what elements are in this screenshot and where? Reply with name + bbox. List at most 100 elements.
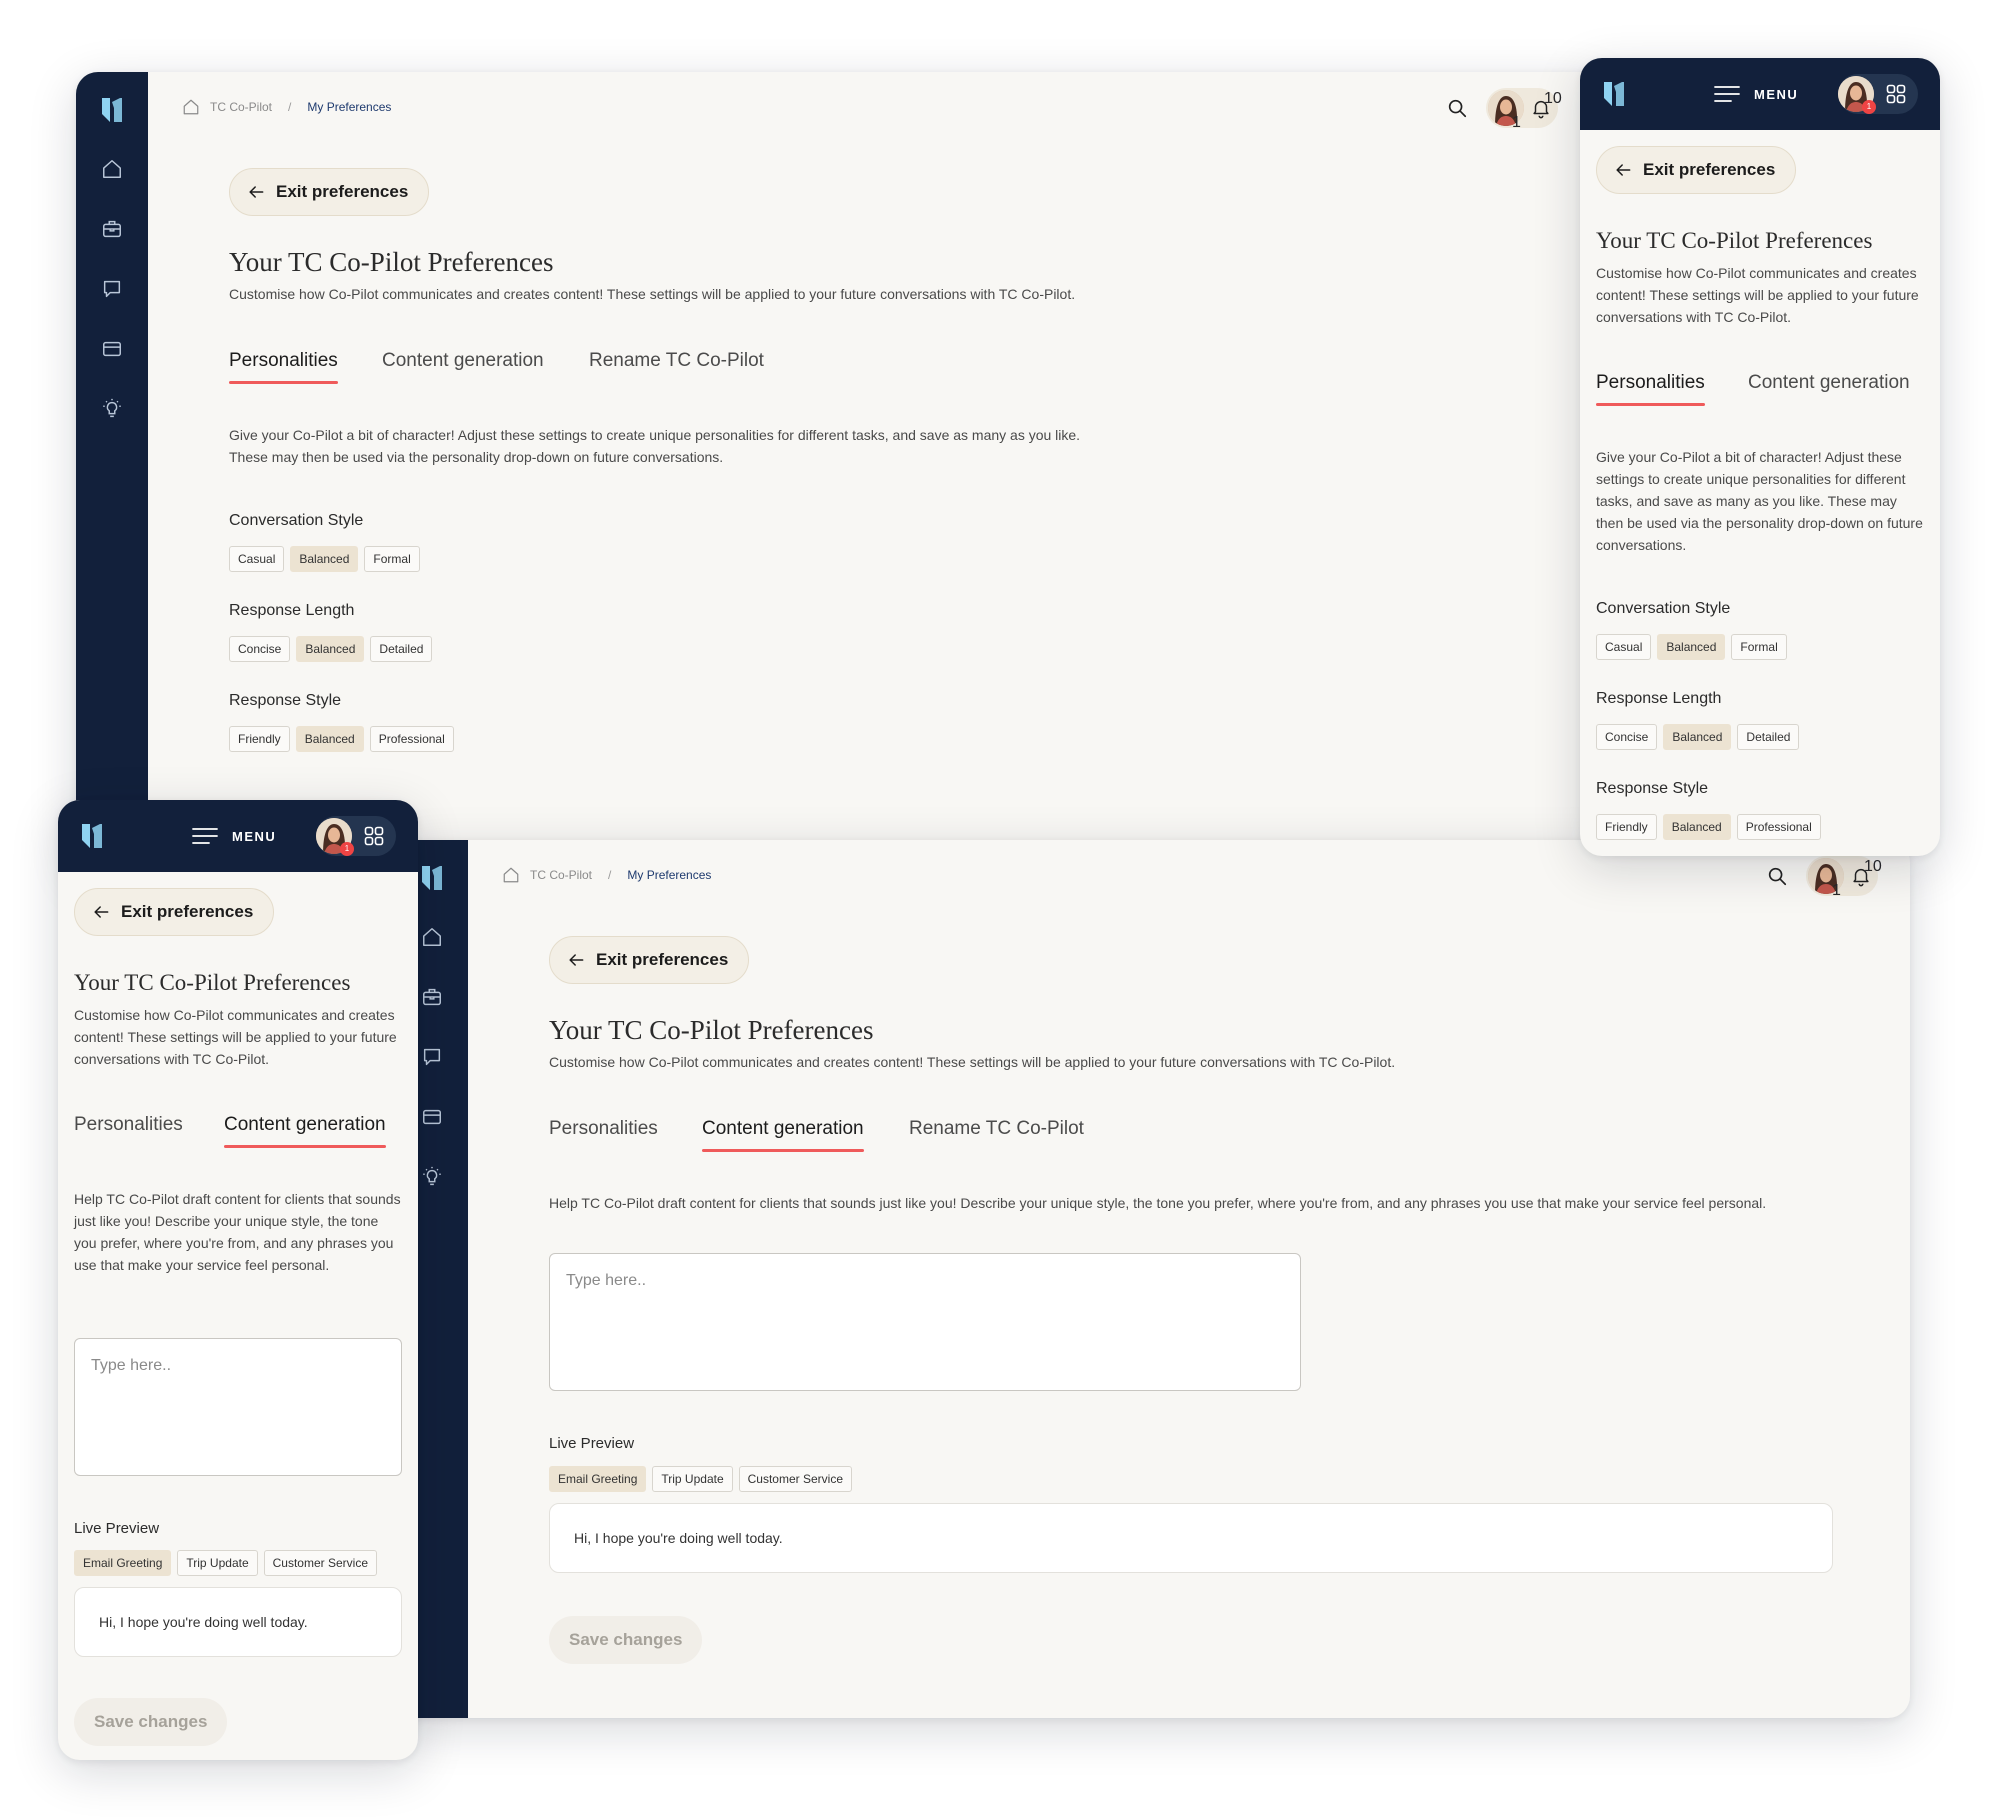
option-friendly[interactable]: Friendly [1596,814,1657,840]
live-preview-box: Hi, I hope you're doing well today. [549,1503,1833,1573]
mobile-window-personalities: MENU 1 Exit preferences Your TC Co-Pilot… [1580,58,1940,856]
tab-content-generation[interactable]: Content generation [382,350,544,372]
response-style-label: Response Style [229,692,342,709]
option-balanced[interactable]: Balanced [290,546,359,572]
option-balanced[interactable]: Balanced [1663,724,1732,750]
page-description: Customise how Co-Pilot communicates and … [229,286,1076,302]
tab-rename[interactable]: Rename TC Co-Pilot [589,350,764,372]
avatar-badge: 1 [1832,882,1841,899]
breadcrumb: TC Co-Pilot / My Preferences [182,98,391,116]
tab-personalities[interactable]: Personalities [229,350,338,384]
tab-personalities[interactable]: Personalities [549,1118,658,1140]
preview-tab-trip-update[interactable]: Trip Update [652,1466,733,1492]
save-changes-button[interactable]: Save changes [74,1698,228,1746]
top-actions: 1 10 [1766,856,1882,899]
tab-rename[interactable]: Rename TC Co-Pilot [909,1118,1084,1140]
mobile-header: MENU 1 [58,800,418,872]
exit-preferences-label: Exit preferences [1643,160,1776,179]
tab-personalities[interactable]: Personalities [1596,372,1705,406]
option-formal[interactable]: Formal [1731,634,1787,660]
tab-personalities[interactable]: Personalities [74,1114,183,1136]
tab-content-generation[interactable]: Content generation [702,1118,864,1152]
breadcrumb: TC Co-Pilot / My Preferences [502,866,711,884]
menu-label: MENU [232,828,277,844]
option-concise[interactable]: Concise [1596,724,1658,750]
breadcrumb-root[interactable]: TC Co-Pilot [210,100,272,114]
option-professional[interactable]: Professional [369,726,454,752]
preview-tab-customer-service[interactable]: Customer Service [738,1466,852,1492]
hamburger-icon [192,826,218,846]
exit-preferences-button[interactable]: Exit preferences [229,168,430,216]
option-balanced[interactable]: Balanced [296,636,365,662]
preview-tab-email-greeting[interactable]: Email Greeting [549,1466,647,1492]
tab-content-generation[interactable]: Content generation [1748,372,1910,394]
option-detailed[interactable]: Detailed [370,636,433,662]
account-pill[interactable]: 1 [1838,74,1918,114]
option-balanced[interactable]: Balanced [1662,814,1731,840]
option-balanced[interactable]: Balanced [1657,634,1726,660]
chat-icon[interactable] [101,278,123,300]
lightbulb-icon[interactable] [421,1166,443,1188]
preview-tab-customer-service[interactable]: Customer Service [263,1550,377,1576]
breadcrumb-separator: / [608,868,612,882]
home-icon[interactable] [101,158,123,180]
menu-button[interactable]: MENU [1714,84,1798,104]
response-style-options: Friendly Balanced Professional [1596,814,1821,840]
arrow-left-icon [246,182,266,202]
conversation-style-options: Casual Balanced Formal [229,546,420,572]
preview-tab-email-greeting[interactable]: Email Greeting [74,1550,172,1576]
option-casual[interactable]: Casual [1596,634,1652,660]
option-concise[interactable]: Concise [229,636,291,662]
page-description: Customise how Co-Pilot communicates and … [549,1054,1396,1070]
card-icon[interactable] [421,1106,443,1128]
breadcrumb-current[interactable]: My Preferences [307,100,391,114]
logo-icon[interactable] [420,864,444,892]
apps-grid-icon[interactable] [364,826,384,846]
option-formal[interactable]: Formal [364,546,420,572]
briefcase-icon[interactable] [421,986,443,1008]
breadcrumb-root[interactable]: TC Co-Pilot [530,868,592,882]
response-length-label: Response Length [229,602,355,619]
arrow-left-icon [1613,160,1633,180]
search-icon[interactable] [1446,97,1468,119]
tab-content-generation[interactable]: Content generation [224,1114,386,1148]
conversation-style-options: Casual Balanced Formal [1596,634,1787,660]
option-casual[interactable]: Casual [229,546,285,572]
option-balanced[interactable]: Balanced [295,726,364,752]
conversation-style-label: Conversation Style [229,512,364,529]
response-style-label: Response Style [1596,780,1709,797]
briefcase-icon[interactable] [101,218,123,240]
apps-grid-icon[interactable] [1886,84,1906,104]
logo-icon[interactable] [80,822,104,850]
breadcrumb-current[interactable]: My Preferences [627,868,711,882]
personalities-intro-line-2: These may then be used via the personali… [229,449,724,465]
search-icon[interactable] [1766,865,1788,887]
logo-icon[interactable] [100,96,124,124]
option-professional[interactable]: Professional [1736,814,1821,840]
home-icon[interactable] [502,866,520,884]
menu-button[interactable]: MENU [192,826,276,846]
account-pill[interactable]: 1 10 [1486,88,1562,131]
chat-icon[interactable] [421,1046,443,1068]
account-pill[interactable]: 1 [316,816,396,856]
style-description-input[interactable]: Type here.. [549,1253,1301,1391]
content-intro: Help TC Co-Pilot draft content for clien… [74,1191,401,1273]
exit-preferences-button[interactable]: Exit preferences [74,888,275,936]
content-intro: Help TC Co-Pilot draft content for clien… [549,1195,1767,1211]
logo-icon[interactable] [1602,80,1626,108]
preview-tab-trip-update[interactable]: Trip Update [177,1550,258,1576]
exit-preferences-button[interactable]: Exit preferences [1596,146,1797,194]
style-description-input[interactable]: Type here.. [74,1338,402,1476]
response-length-options: Concise Balanced Detailed [1596,724,1800,750]
save-changes-button[interactable]: Save changes [549,1616,703,1664]
card-icon[interactable] [101,338,123,360]
home-icon[interactable] [182,98,200,116]
home-icon[interactable] [421,926,443,948]
option-friendly[interactable]: Friendly [229,726,290,752]
lightbulb-icon[interactable] [101,398,123,420]
conversation-style-label: Conversation Style [1596,600,1731,617]
exit-preferences-button[interactable]: Exit preferences [549,936,750,984]
account-pill[interactable]: 1 10 [1806,856,1882,899]
option-detailed[interactable]: Detailed [1737,724,1800,750]
desktop-window-personalities: TC Co-Pilot / My Preferences 1 10 Exit p… [76,72,1606,872]
